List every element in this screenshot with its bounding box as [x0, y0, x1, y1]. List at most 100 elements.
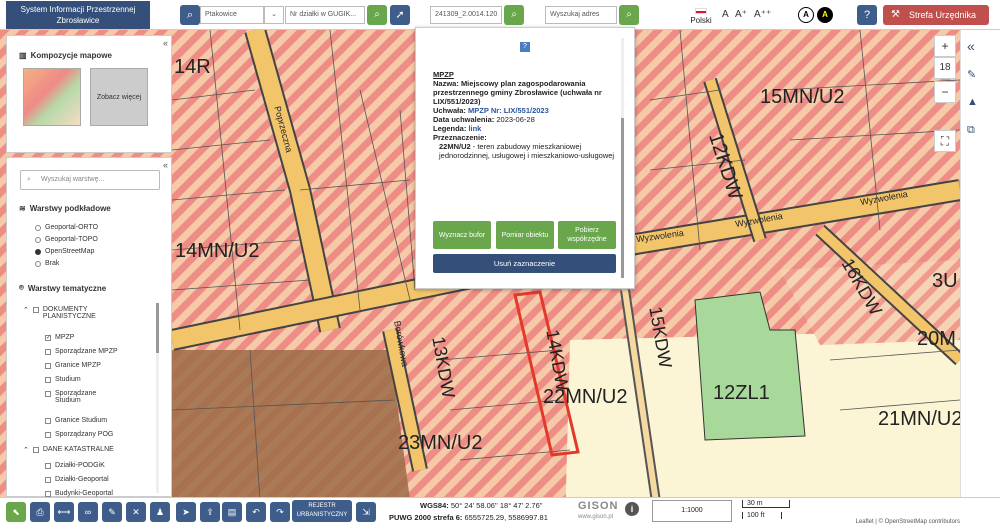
- contrast-normal-button[interactable]: A: [798, 7, 814, 23]
- collapse-icon[interactable]: «: [163, 160, 168, 170]
- book-icon: ▤: [227, 507, 237, 517]
- info-icon[interactable]: i: [625, 502, 639, 516]
- layer-dzialki-podgik[interactable]: Działki-PODGiK: [45, 462, 105, 469]
- thematic-layers-title: ⌾ Warstwy tematyczne: [19, 283, 107, 293]
- app-title[interactable]: System Informacji Przestrzennej Zbrosław…: [6, 1, 150, 29]
- parcel-id-search-button[interactable]: ⌕: [504, 5, 524, 25]
- legend-link[interactable]: link: [468, 124, 481, 133]
- edit-button[interactable]: ✎: [102, 502, 122, 522]
- language-switch[interactable]: Polski: [686, 8, 716, 25]
- close-tools-button[interactable]: ✕: [126, 502, 146, 522]
- address-search-button[interactable]: ⌕: [619, 5, 639, 25]
- zone-label-14mnu2: 14MN/U2: [175, 240, 260, 262]
- scale-selector[interactable]: 1:1000: [652, 500, 732, 522]
- layer-studium[interactable]: Studium: [45, 376, 81, 383]
- resolution-link[interactable]: MPZP Nr: LIX/551/2023: [468, 106, 549, 115]
- print-icon: ⎙: [36, 507, 44, 517]
- pointer-mode-button[interactable]: ➚: [390, 5, 410, 25]
- map-icon: ▥: [19, 51, 27, 60]
- compositions-title: ▥ Kompozycje mapowe: [19, 51, 112, 60]
- radio-icon: [35, 261, 41, 267]
- zoom-in-button[interactable]: +: [934, 35, 956, 57]
- close-icon: ✕: [132, 507, 140, 517]
- font-size-small-button[interactable]: A: [722, 9, 729, 20]
- group-cadastre[interactable]: ⌃ DANE KATASTRALNE: [23, 446, 114, 454]
- popup-heading: MPZP: [433, 70, 454, 79]
- checkbox-icon: [45, 477, 51, 483]
- gison-url[interactable]: www.gison.pl: [578, 514, 613, 520]
- layers-scrollbar-thumb[interactable]: [156, 303, 159, 353]
- redo-icon: ↷: [276, 507, 284, 517]
- location-pin-icon: ⌾: [19, 283, 24, 292]
- base-layer-osm[interactable]: OpenStreetMap: [35, 248, 94, 255]
- fullscreen-button[interactable]: ⛶: [934, 130, 956, 152]
- layer-sporzadzany-pog[interactable]: Sporządzany POG: [45, 431, 113, 438]
- group-planning-documents[interactable]: ⌃ DOKUMENTY PLANISTYCZNE: [23, 306, 133, 320]
- layers-icon: ≋: [19, 204, 26, 213]
- chevron-down-icon: ⌄: [271, 11, 277, 18]
- rejestr-urbanistyczny-button[interactable]: REJESTR URBANISTYCZNY: [292, 500, 352, 522]
- person-button[interactable]: ♟: [150, 502, 170, 522]
- strefa-urzednika-button[interactable]: ⚒ Strefa Urzędnika: [883, 5, 989, 25]
- get-coordinates-button[interactable]: Pobierz współrzędne: [558, 221, 616, 249]
- book-button[interactable]: ▤: [222, 502, 242, 522]
- map-attribution[interactable]: Leaflet | © OpenStreetMap contributors: [856, 519, 960, 525]
- parcel-search-button[interactable]: ⌕: [367, 5, 387, 25]
- layer-budynki-geoportal[interactable]: Budynki-Geoportal: [45, 490, 113, 497]
- plan-purpose: Przeznaczenie:: [433, 133, 487, 142]
- redo-button[interactable]: ↷: [270, 502, 290, 522]
- layer-mpzp[interactable]: ✓ MPZP: [45, 334, 74, 341]
- scale-bar-imperial: 100 ft: [742, 512, 782, 519]
- select-tool-button[interactable]: ⬉: [6, 502, 26, 522]
- shapes-icon[interactable]: ▲: [967, 96, 978, 108]
- base-layer-none[interactable]: Brak: [35, 260, 59, 267]
- locality-dropdown-toggle[interactable]: ⌄: [264, 6, 284, 24]
- layer-granice-mpzp[interactable]: Granice MPZP: [45, 362, 101, 369]
- see-more-compositions[interactable]: Zobacz więcej: [90, 68, 148, 126]
- contrast-high-button[interactable]: A: [817, 7, 833, 23]
- strefa-label: Strefa Urzędnika: [909, 10, 977, 20]
- navigate-button[interactable]: ➤: [176, 502, 196, 522]
- collapse-right-icon[interactable]: «: [967, 38, 975, 54]
- top-bar: System Informacji Przestrzennej Zbrosław…: [0, 0, 1000, 30]
- gison-logo[interactable]: GISON: [578, 500, 618, 512]
- app-title-line1: System Informacji Przestrzennej: [20, 5, 136, 14]
- zone-label-23mnu2: 23MN/U2: [398, 432, 483, 454]
- layer-search-input[interactable]: ⌕ Wyszukaj warstwę...: [20, 170, 160, 190]
- buffer-button[interactable]: Wyznacz bufor: [433, 221, 491, 249]
- radio-checked-icon: [35, 249, 41, 255]
- layer-dzialki-geoportal[interactable]: Działki-Geoportal: [45, 476, 109, 483]
- ruler-icon[interactable]: ✎: [967, 68, 976, 81]
- checkbox-icon: [45, 391, 51, 397]
- purpose-description: 22MN/U2 - teren zabudowy mieszkaniowej j…: [439, 142, 615, 160]
- help-pin-icon[interactable]: ?: [520, 42, 530, 52]
- font-size-medium-button[interactable]: A⁺: [735, 9, 747, 20]
- layer-sporzadzane-studium[interactable]: Sporządzane Studium: [45, 390, 115, 404]
- share-button[interactable]: ⇪: [200, 502, 220, 522]
- collapse-icon[interactable]: «: [163, 38, 168, 48]
- layer-granice-studium[interactable]: Granice Studium: [45, 417, 107, 424]
- link-button[interactable]: ∞: [78, 502, 98, 522]
- layer-sporzadzane-mpzp[interactable]: Sporządzane MPZP: [45, 348, 118, 355]
- base-layer-orto[interactable]: Geoportal-ORTO: [35, 224, 98, 231]
- clear-selection-button[interactable]: Usuń zaznaczenie: [433, 254, 616, 273]
- base-layer-topo[interactable]: Geoportal-TOPO: [35, 236, 98, 243]
- font-size-large-button[interactable]: A⁺⁺: [754, 9, 771, 20]
- search-mode-button[interactable]: ⌕: [180, 5, 200, 25]
- parcel-number-input[interactable]: Nr działki w GUGIK...: [285, 6, 365, 24]
- measure-distance-button[interactable]: ⟷: [54, 502, 74, 522]
- chevron-up-icon: ⌃: [23, 447, 29, 454]
- address-search-input[interactable]: Wyszukaj adres: [545, 6, 617, 24]
- layers-compare-icon[interactable]: ⧉: [967, 124, 975, 137]
- zoom-out-button[interactable]: −: [934, 81, 956, 103]
- help-button[interactable]: ?: [857, 5, 877, 25]
- map-compositions-panel: « ▥ Kompozycje mapowe Zobacz więcej: [6, 35, 172, 153]
- composition-thumbnail[interactable]: [23, 68, 81, 126]
- locality-select[interactable]: Ptakowice: [200, 6, 264, 24]
- print-button[interactable]: ⎙: [30, 502, 50, 522]
- export-button[interactable]: ⇲: [356, 502, 376, 522]
- undo-button[interactable]: ↶: [246, 502, 266, 522]
- scale-bar-metric: 30 m: [742, 500, 790, 508]
- measure-button[interactable]: Pomiar obiektu: [496, 221, 554, 249]
- parcel-id-input[interactable]: 241309_2.0014.120: [430, 6, 502, 24]
